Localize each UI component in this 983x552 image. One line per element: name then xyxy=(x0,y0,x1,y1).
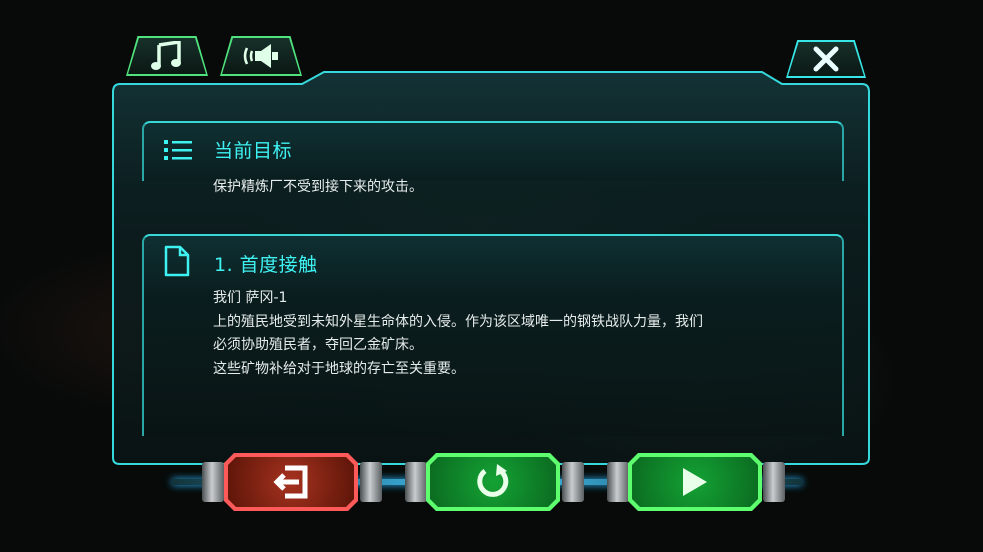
rail-connector xyxy=(202,462,224,502)
play-button[interactable] xyxy=(628,453,762,511)
briefing-line: 上的殖民地受到未知外星生命体的入侵。作为该区域唯一的钢铁战队力量，我们 xyxy=(213,313,703,330)
sound-icon xyxy=(243,44,278,68)
restart-icon xyxy=(473,462,513,502)
objective-text: 保护精炼厂不受到接下来的攻击。 xyxy=(213,179,423,195)
rail-connector xyxy=(405,462,427,502)
rail-connector xyxy=(607,462,629,502)
exit-icon xyxy=(269,464,313,500)
rail-connector xyxy=(562,462,584,502)
objective-card: 当前目标 xyxy=(142,121,844,181)
restart-button[interactable] xyxy=(426,453,560,511)
rail-connector xyxy=(360,462,382,502)
list-icon xyxy=(164,140,192,160)
exit-button[interactable] xyxy=(224,453,358,511)
play-icon xyxy=(679,465,711,499)
document-icon xyxy=(164,245,190,277)
music-icon xyxy=(151,41,181,70)
briefing-title: 1. 首度接触 xyxy=(214,254,318,276)
briefing-line: 这些矿物补给对于地球的存亡至关重要。 xyxy=(213,360,465,377)
rail-connector xyxy=(763,462,785,502)
objective-title: 当前目标 xyxy=(214,140,293,162)
briefing-line: 必须协助殖民者，夺回乙金矿床。 xyxy=(213,337,423,353)
briefing-line: 我们 萨冈-1 xyxy=(213,290,288,306)
close-icon xyxy=(813,46,839,72)
briefing-text: 我们 萨冈-1 上的殖民地受到未知外星生命体的入侵。作为该区域唯一的钢铁战队力量… xyxy=(213,287,823,381)
